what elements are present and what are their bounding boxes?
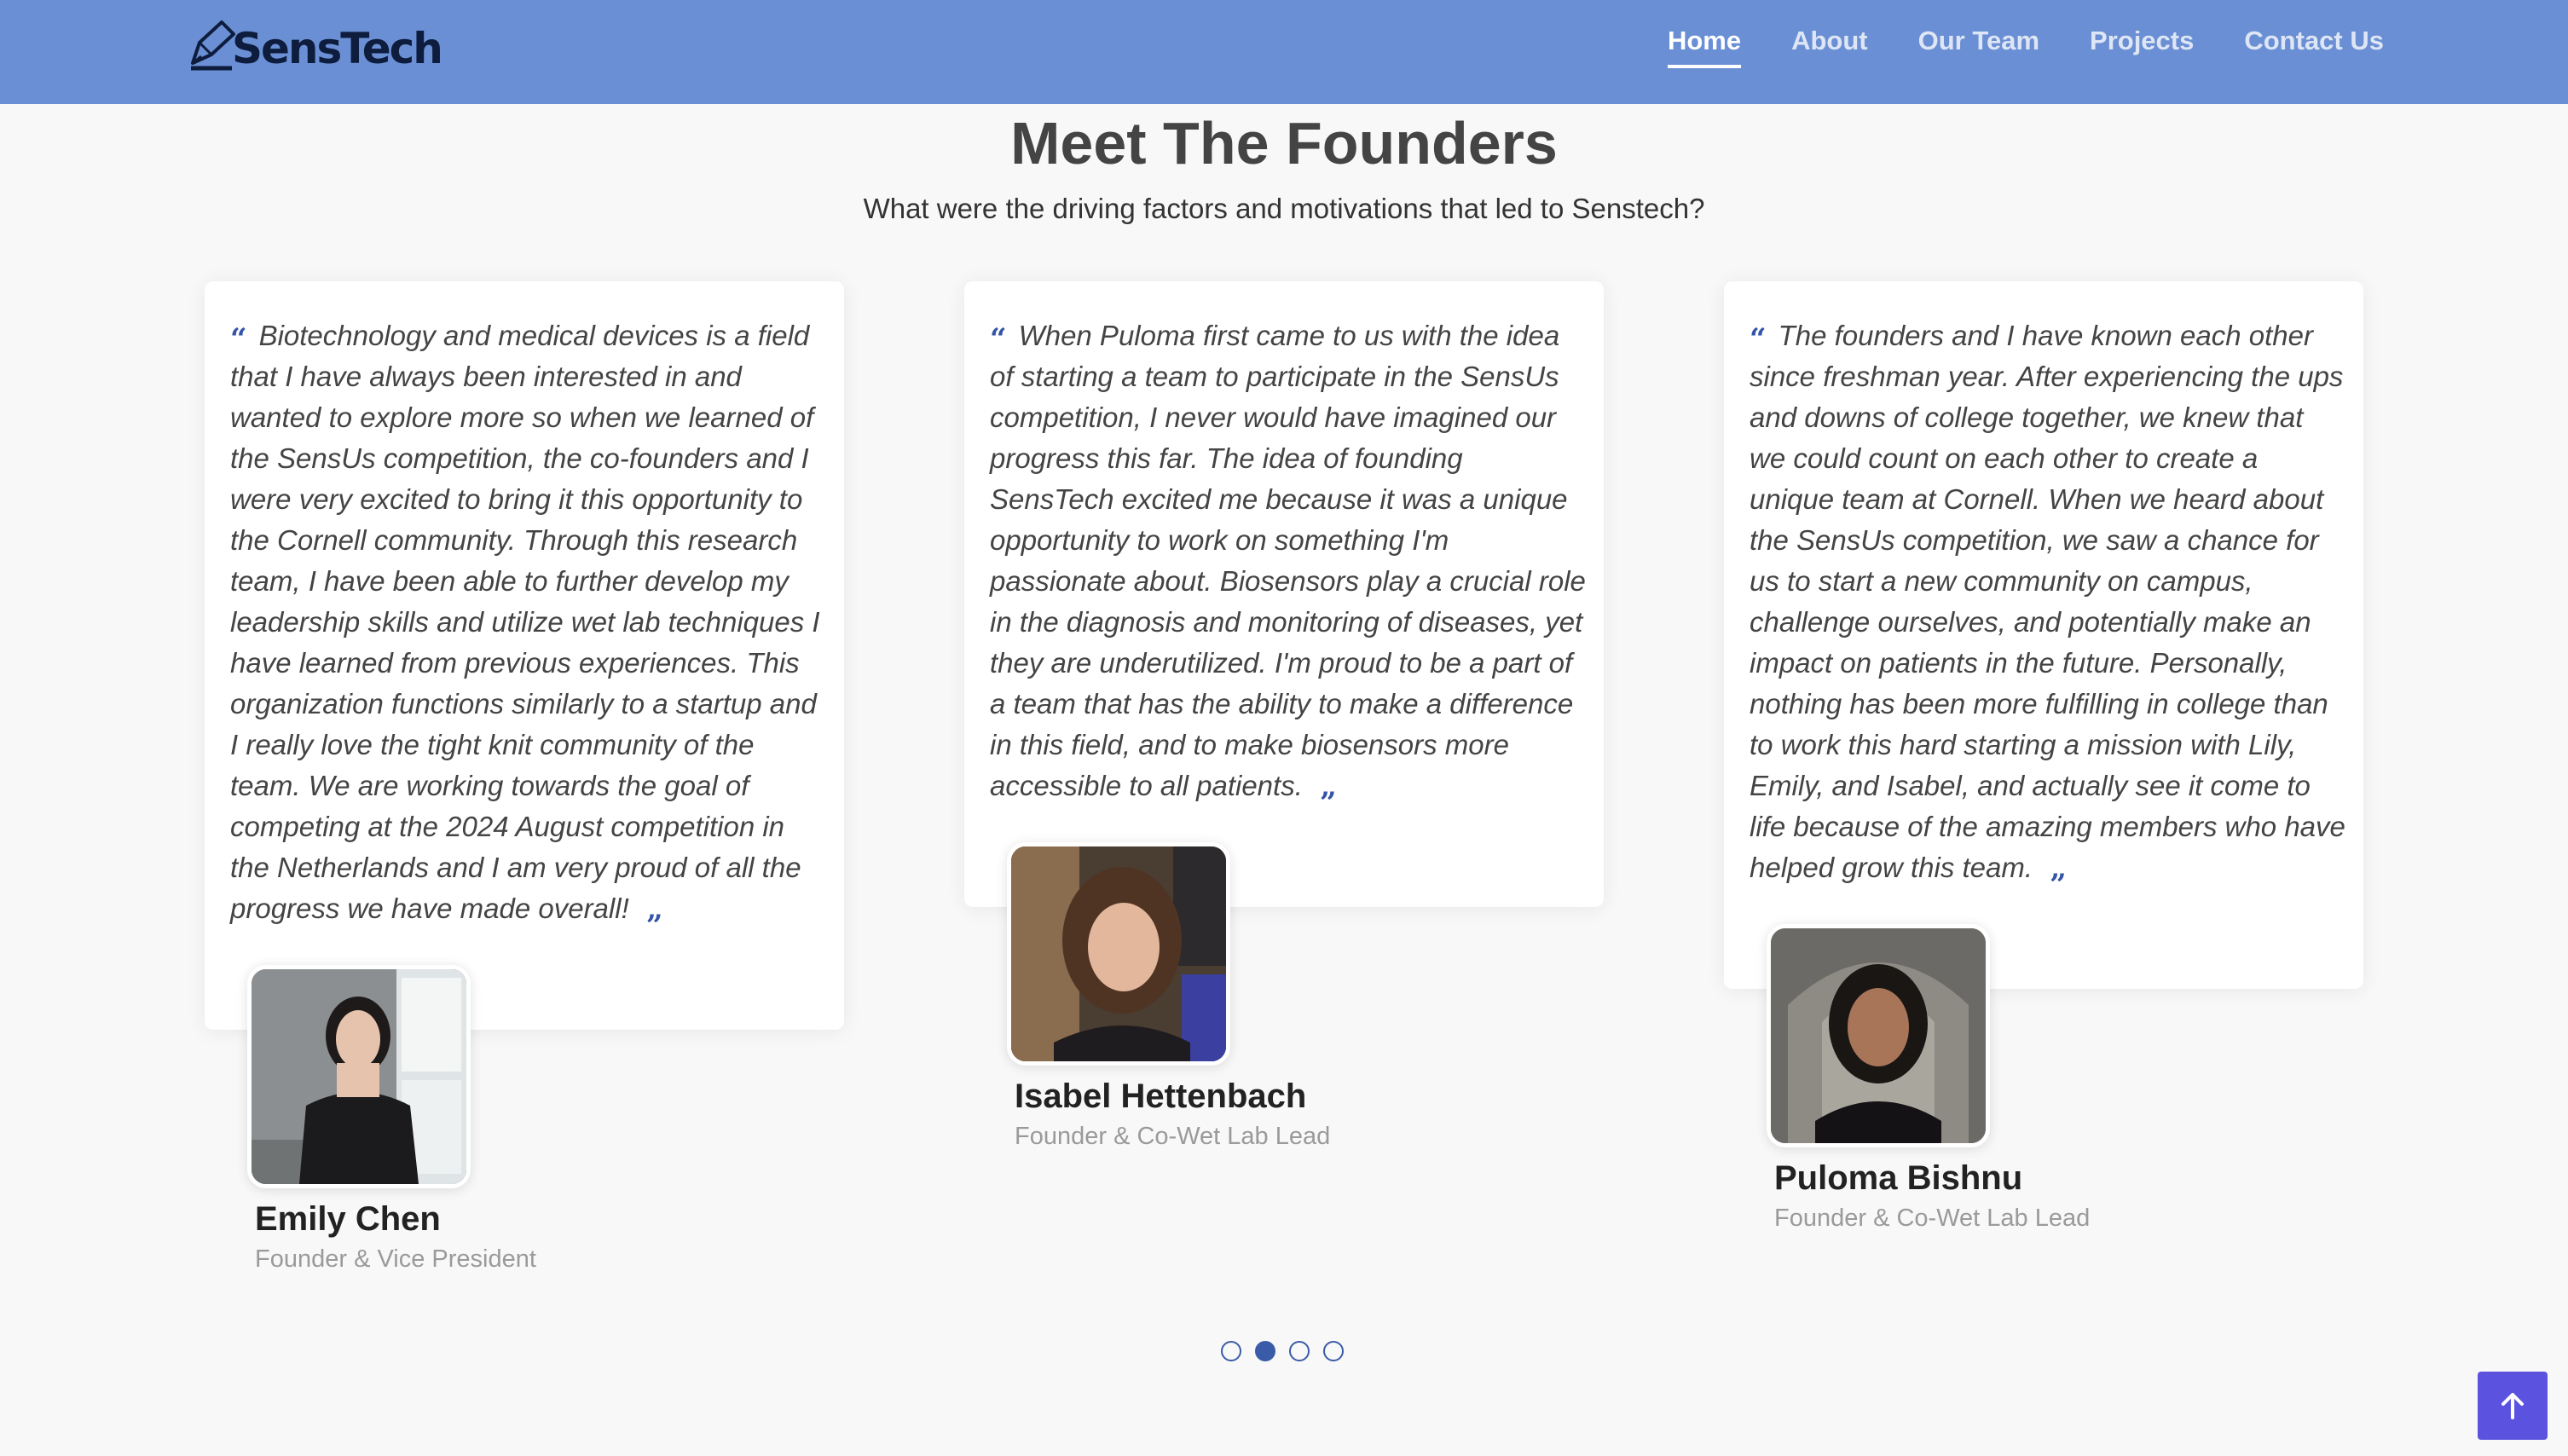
nav-about[interactable]: About [1791,26,1868,68]
carousel-dot-3[interactable] [1289,1341,1310,1361]
testimonial-quote: “Biotechnology and medical devices is a … [230,315,827,940]
person-name: Puloma Bishnu [1774,1159,2023,1197]
back-to-top-button[interactable] [2478,1372,2548,1440]
open-quote-icon: “ [230,322,247,356]
person-role: Founder & Co-Wet Lab Lead [1774,1205,2091,1232]
close-quote-icon: ” [645,909,663,943]
person-role: Founder & Co-Wet Lab Lead [1015,1123,1331,1150]
pen-logo-icon [191,20,235,71]
testimonial-quote: “The founders and I have known each othe… [1750,315,2346,899]
person-name: Isabel Hettenbach [1015,1078,1307,1115]
carousel-dot-4[interactable] [1323,1341,1344,1361]
close-quote-icon: ” [2050,868,2067,902]
main-nav: Home About Our Team Projects Contact Us [1667,26,2384,68]
site-header: SensTech Home About Our Team Projects Co… [0,0,2568,104]
logo-text: SensTech [232,24,443,73]
section-title: Meet The Founders [1010,110,1558,176]
quote-body: When Puloma first came to us with the id… [990,320,1586,801]
person-name: Emily Chen [255,1200,441,1238]
portrait-photo [252,969,466,1184]
open-quote-icon: “ [990,322,1007,356]
nav-contact-us[interactable]: Contact Us [2244,26,2384,68]
section-subtitle: What were the driving factors and motiva… [863,193,1705,224]
carousel-dot-2[interactable] [1255,1341,1275,1361]
arrow-up-icon [2501,1393,2524,1419]
avatar-puloma-bishnu [1767,924,1990,1147]
person-role: Founder & Vice President [255,1245,536,1273]
quote-body: The founders and I have known each other… [1750,320,2345,883]
portrait-photo [1011,846,1226,1061]
carousel-dot-1[interactable] [1221,1341,1241,1361]
testimonial-card-isabel: “When Puloma first came to us with the i… [964,281,1604,907]
portrait-photo [1771,928,1986,1143]
open-quote-icon: “ [1750,322,1767,356]
nav-home[interactable]: Home [1667,26,1742,68]
testimonial-quote: “When Puloma first came to us with the i… [990,315,1587,818]
avatar-isabel-hettenbach [1007,842,1230,1066]
avatar-emily-chen [247,965,471,1188]
close-quote-icon: ” [1319,786,1337,820]
testimonial-card-emily: “Biotechnology and medical devices is a … [205,281,844,1030]
nav-projects[interactable]: Projects [2090,26,2194,68]
testimonial-card-puloma: “The founders and I have known each othe… [1724,281,2363,989]
carousel-pagination [1221,1341,1344,1361]
quote-body: Biotechnology and medical devices is a f… [230,320,820,924]
nav-our-team[interactable]: Our Team [1918,26,2039,68]
